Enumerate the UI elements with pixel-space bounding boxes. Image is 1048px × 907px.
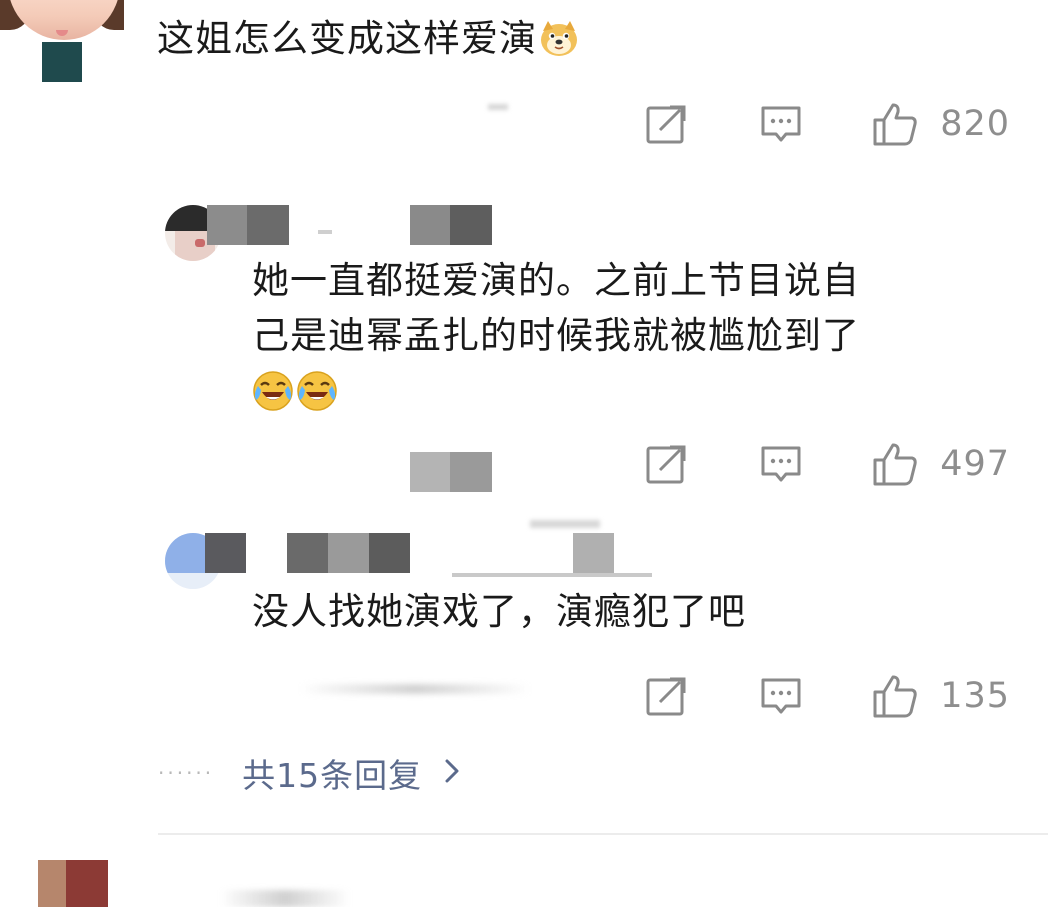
comment-actions: 820 — [646, 99, 1010, 149]
more-replies-label: 共15条回复 — [242, 756, 423, 795]
comment-icon — [760, 444, 802, 484]
share-icon — [646, 104, 688, 144]
like-count: 497 — [940, 444, 1010, 484]
blurred-text — [452, 573, 652, 577]
thumbs-up-icon — [872, 674, 918, 718]
reply-line: 己是迪幂孟扎的时候我就被尴尬到了 — [252, 314, 860, 357]
thumbs-up-icon — [872, 102, 918, 146]
comment-thread: 这姐怎么变成这样爱演 820 她一直都挺爱演的。之前上节目说自 己是迪幂孟扎的时… — [0, 0, 1048, 907]
comment-body: 这姐怎么变成这样爱演 — [157, 17, 537, 60]
laugh-cry-icon — [252, 370, 294, 412]
timestamp-mosaic — [410, 452, 492, 492]
chevron-right-icon — [444, 758, 460, 788]
reply-actions: 135 — [646, 671, 1010, 721]
reply-text: 她一直都挺爱演的。之前上节目说自 己是迪幂孟扎的时候我就被尴尬到了 — [252, 253, 860, 418]
like-button[interactable]: 497 — [872, 442, 1010, 486]
share-icon — [646, 444, 688, 484]
username-mosaic — [573, 533, 614, 573]
reply-line: 她一直都挺爱演的。之前上节目说自 — [252, 259, 860, 302]
divider — [158, 833, 1048, 835]
comment-icon — [760, 104, 802, 144]
dots-separator: ······ — [158, 761, 215, 785]
like-count: 820 — [940, 104, 1010, 144]
emoji-line — [252, 363, 860, 418]
more-replies-link[interactable]: ······ 共15条回复 — [158, 748, 460, 798]
thumbs-up-icon — [872, 442, 918, 486]
username-mosaic — [207, 205, 289, 245]
like-button[interactable]: 135 — [872, 674, 1010, 718]
reply-text: 没人找她演戏了，演瘾犯了吧 — [252, 584, 746, 639]
blurred-text — [220, 890, 350, 907]
share-button[interactable] — [646, 104, 688, 144]
blurred-text — [530, 520, 600, 528]
reply-button[interactable] — [760, 104, 802, 144]
username-mosaic — [205, 533, 246, 573]
blurred-text — [300, 684, 530, 694]
share-button[interactable] — [646, 444, 688, 484]
avatar[interactable] — [0, 0, 124, 82]
username-mosaic — [410, 205, 492, 245]
laugh-cry-icon — [296, 370, 338, 412]
like-count: 135 — [940, 676, 1010, 716]
reply-button[interactable] — [760, 444, 802, 484]
share-icon — [646, 676, 688, 716]
comment-text: 这姐怎么变成这样爱演 — [157, 14, 579, 64]
reply-line: 没人找她演戏了，演瘾犯了吧 — [252, 590, 746, 633]
share-button[interactable] — [646, 676, 688, 716]
avatar[interactable] — [38, 860, 108, 907]
blurred-text — [488, 104, 508, 110]
doge-emoji-icon — [539, 19, 579, 57]
reply-button[interactable] — [760, 676, 802, 716]
comment-icon — [760, 676, 802, 716]
username-mosaic — [287, 533, 410, 573]
blurred-text — [318, 230, 332, 234]
reply-actions: 497 — [646, 439, 1010, 489]
like-button[interactable]: 820 — [872, 102, 1010, 146]
